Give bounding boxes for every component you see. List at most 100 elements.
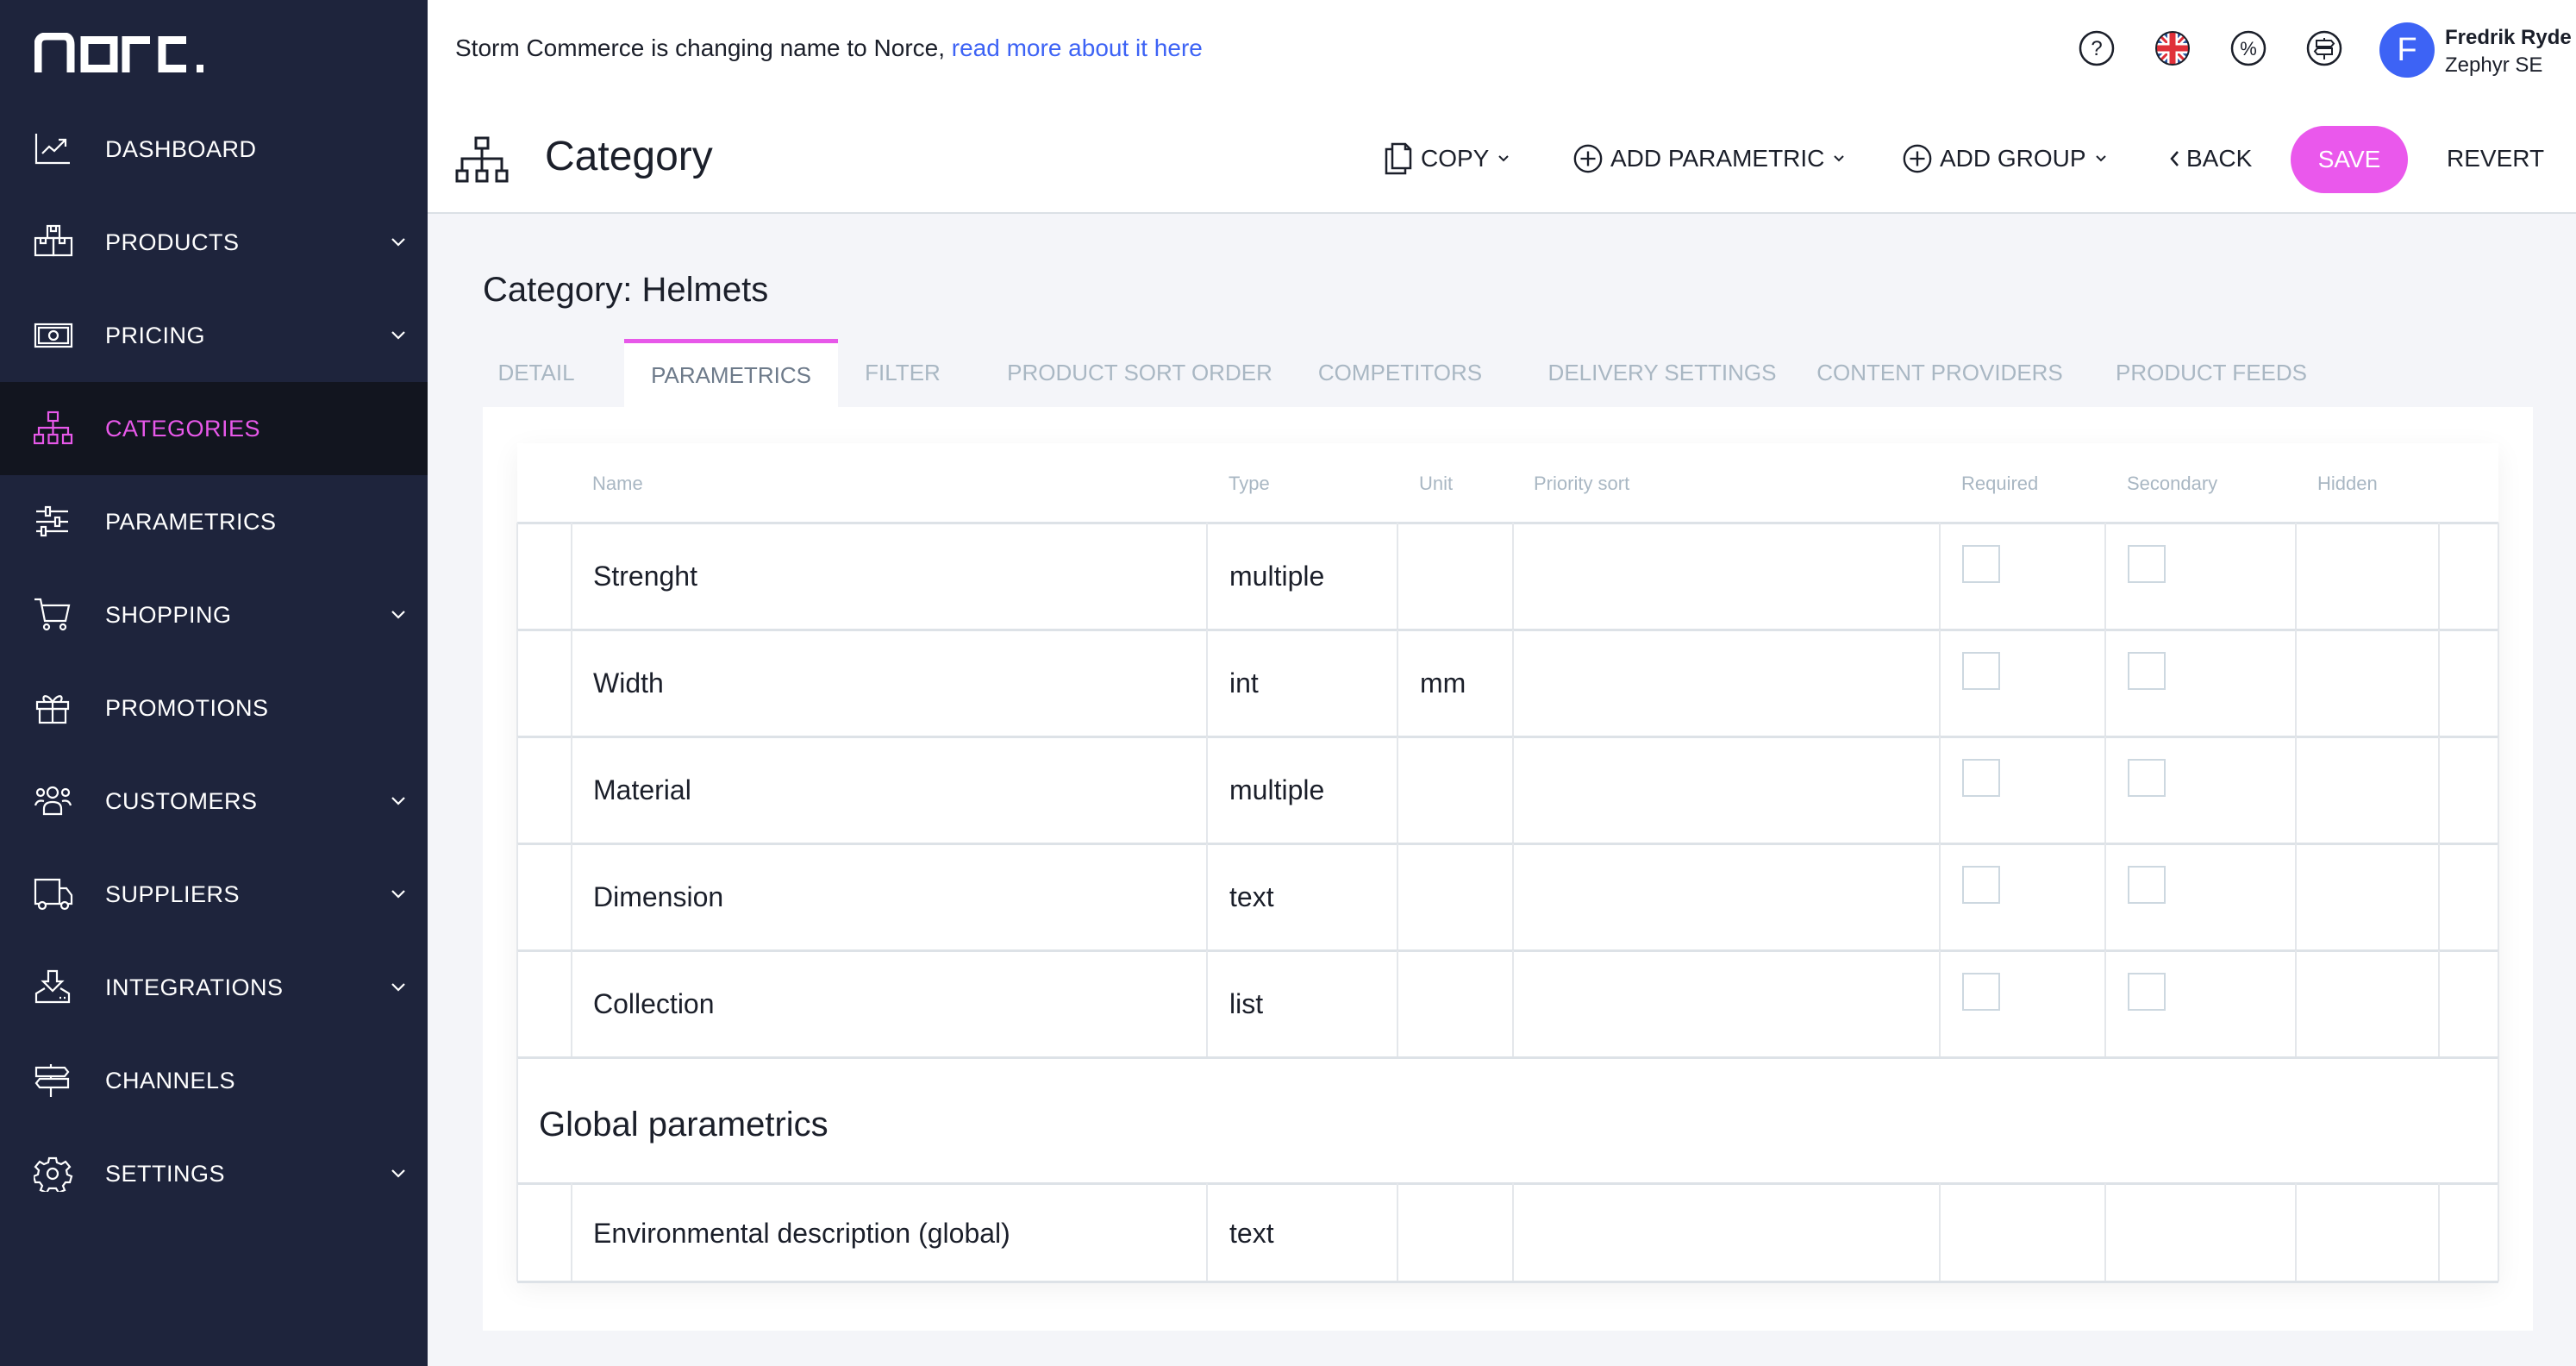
- users-icon: [33, 783, 74, 819]
- column-divider: [1512, 523, 1514, 630]
- secondary-checkbox[interactable]: [2128, 759, 2166, 797]
- sitemap-icon: [455, 136, 509, 183]
- column-divider: [1512, 630, 1514, 736]
- secondary-checkbox[interactable]: [2128, 973, 2166, 1011]
- user-name[interactable]: Fredrik Ryde: [2445, 26, 2572, 50]
- column-divider: [1512, 950, 1514, 1057]
- percent-icon[interactable]: %: [2229, 29, 2267, 67]
- sidebar-item-products[interactable]: PRODUCTS: [0, 196, 428, 289]
- sidebar-item-label: SHOPPING: [105, 601, 232, 628]
- column-divider: [2498, 736, 2499, 843]
- column-divider: [1206, 736, 1208, 843]
- tab-content-providers[interactable]: CONTENT PROVIDERS: [1812, 339, 2067, 407]
- chevron-down-icon[interactable]: [390, 981, 407, 993]
- revert-button[interactable]: REVERT: [2447, 141, 2544, 176]
- tab-product-feeds[interactable]: PRODUCT FEEDS: [2098, 339, 2324, 407]
- sidebar-item-dashboard[interactable]: DASHBOARD: [0, 103, 428, 196]
- required-checkbox[interactable]: [1962, 545, 2000, 583]
- sidebar-item-categories[interactable]: CATEGORIES: [0, 382, 428, 475]
- secondary-checkbox[interactable]: [2128, 545, 2166, 583]
- column-divider: [1206, 523, 1208, 630]
- column-divider: [1206, 630, 1208, 736]
- column-divider: [2498, 950, 2499, 1057]
- norce-logo[interactable]: [34, 33, 207, 72]
- secondary-checkbox[interactable]: [2128, 652, 2166, 690]
- table-row: [517, 523, 2498, 630]
- plus-circle-icon: [1573, 144, 1603, 173]
- param-name[interactable]: Environmental description (global): [593, 1218, 1010, 1250]
- chevron-down-icon[interactable]: [390, 236, 407, 248]
- avatar[interactable]: F: [2379, 22, 2435, 78]
- sliders-icon: [33, 504, 74, 540]
- sidebar-item-pricing[interactable]: PRICING: [0, 289, 428, 382]
- sidebar-item-suppliers[interactable]: SUPPLIERS: [0, 848, 428, 941]
- add-parametric-button[interactable]: ADD PARAMETRIC: [1572, 141, 1845, 176]
- table-row: [517, 950, 2498, 1057]
- tab-detail[interactable]: DETAIL: [490, 339, 583, 407]
- column-divider: [516, 523, 518, 630]
- column-divider: [2498, 1183, 2499, 1281]
- column-divider: [1939, 1183, 1941, 1281]
- column-divider: [1397, 843, 1398, 950]
- chevron-down-icon[interactable]: [390, 795, 407, 807]
- add-group-button[interactable]: ADD GROUP: [1902, 141, 2107, 176]
- tab-filter[interactable]: FILTER: [847, 339, 959, 407]
- table-row: [517, 843, 2498, 950]
- param-type: list: [1229, 988, 1264, 1019]
- param-name[interactable]: Dimension: [593, 881, 723, 913]
- secondary-checkbox[interactable]: [2128, 866, 2166, 904]
- sidebar-item-label: CHANNELS: [105, 1067, 236, 1093]
- sidebar-item-channels[interactable]: CHANNELS: [0, 1034, 428, 1127]
- signpost-icon[interactable]: [2305, 29, 2343, 67]
- banknote-icon: [33, 317, 74, 354]
- help-icon[interactable]: ?: [2078, 29, 2116, 67]
- column-divider: [1397, 630, 1398, 736]
- param-type: text: [1229, 1218, 1274, 1249]
- tab-parametrics[interactable]: PARAMETRICS: [624, 339, 838, 407]
- param-name[interactable]: Material: [593, 774, 691, 806]
- notice-link[interactable]: read more about it here: [952, 34, 1203, 61]
- back-button[interactable]: BACK: [2169, 141, 2252, 176]
- chevron-down-icon: [1498, 155, 1510, 162]
- svg-text:%: %: [2240, 38, 2257, 60]
- sidebar-item-label: PRICING: [105, 322, 206, 348]
- sidebar-item-customers[interactable]: CUSTOMERS: [0, 755, 428, 848]
- column-divider: [571, 736, 572, 843]
- required-checkbox[interactable]: [1962, 652, 2000, 690]
- chevron-down-icon[interactable]: [390, 1168, 407, 1180]
- column-divider: [1206, 1183, 1208, 1281]
- param-name[interactable]: Strenght: [593, 561, 697, 592]
- uk-flag-icon[interactable]: [2154, 29, 2191, 67]
- column-divider: [2104, 523, 2106, 630]
- cart-icon: [33, 597, 74, 633]
- param-name[interactable]: Collection: [593, 988, 715, 1020]
- column-divider: [1512, 843, 1514, 950]
- user-org[interactable]: Zephyr SE: [2445, 53, 2542, 78]
- sidebar-item-shopping[interactable]: SHOPPING: [0, 568, 428, 661]
- chevron-down-icon[interactable]: [390, 888, 407, 900]
- sidebar-item-parametrics[interactable]: PARAMETRICS: [0, 475, 428, 568]
- required-checkbox[interactable]: [1962, 866, 2000, 904]
- copy-button[interactable]: COPY: [1383, 141, 1510, 176]
- chevron-down-icon[interactable]: [390, 329, 407, 342]
- column-divider: [516, 736, 518, 843]
- column-divider: [2104, 736, 2106, 843]
- param-name[interactable]: Width: [593, 667, 664, 699]
- sidebar-item-integrations[interactable]: INTEGRATIONS: [0, 941, 428, 1034]
- sidebar-item-label: PARAMETRICS: [105, 508, 277, 535]
- sidebar-item-settings[interactable]: SETTINGS: [0, 1127, 428, 1220]
- required-checkbox[interactable]: [1962, 973, 2000, 1011]
- chevron-down-icon[interactable]: [390, 609, 407, 621]
- sidebar-item-promotions[interactable]: PROMOTIONS: [0, 661, 428, 755]
- column-divider: [2438, 950, 2440, 1057]
- save-button[interactable]: SAVE: [2291, 126, 2408, 193]
- header-required: Required: [1961, 473, 2039, 494]
- tab-delivery-settings[interactable]: DELIVERY SETTINGS: [1524, 339, 1800, 407]
- column-divider: [1939, 950, 1941, 1057]
- tab-product-sort-order[interactable]: PRODUCT SORT ORDER: [983, 339, 1297, 407]
- required-checkbox[interactable]: [1962, 759, 2000, 797]
- plus-circle-icon: [1903, 144, 1932, 173]
- tab-competitors[interactable]: COMPETITORS: [1310, 339, 1490, 407]
- column-divider: [571, 950, 572, 1057]
- column-divider: [2438, 1183, 2440, 1281]
